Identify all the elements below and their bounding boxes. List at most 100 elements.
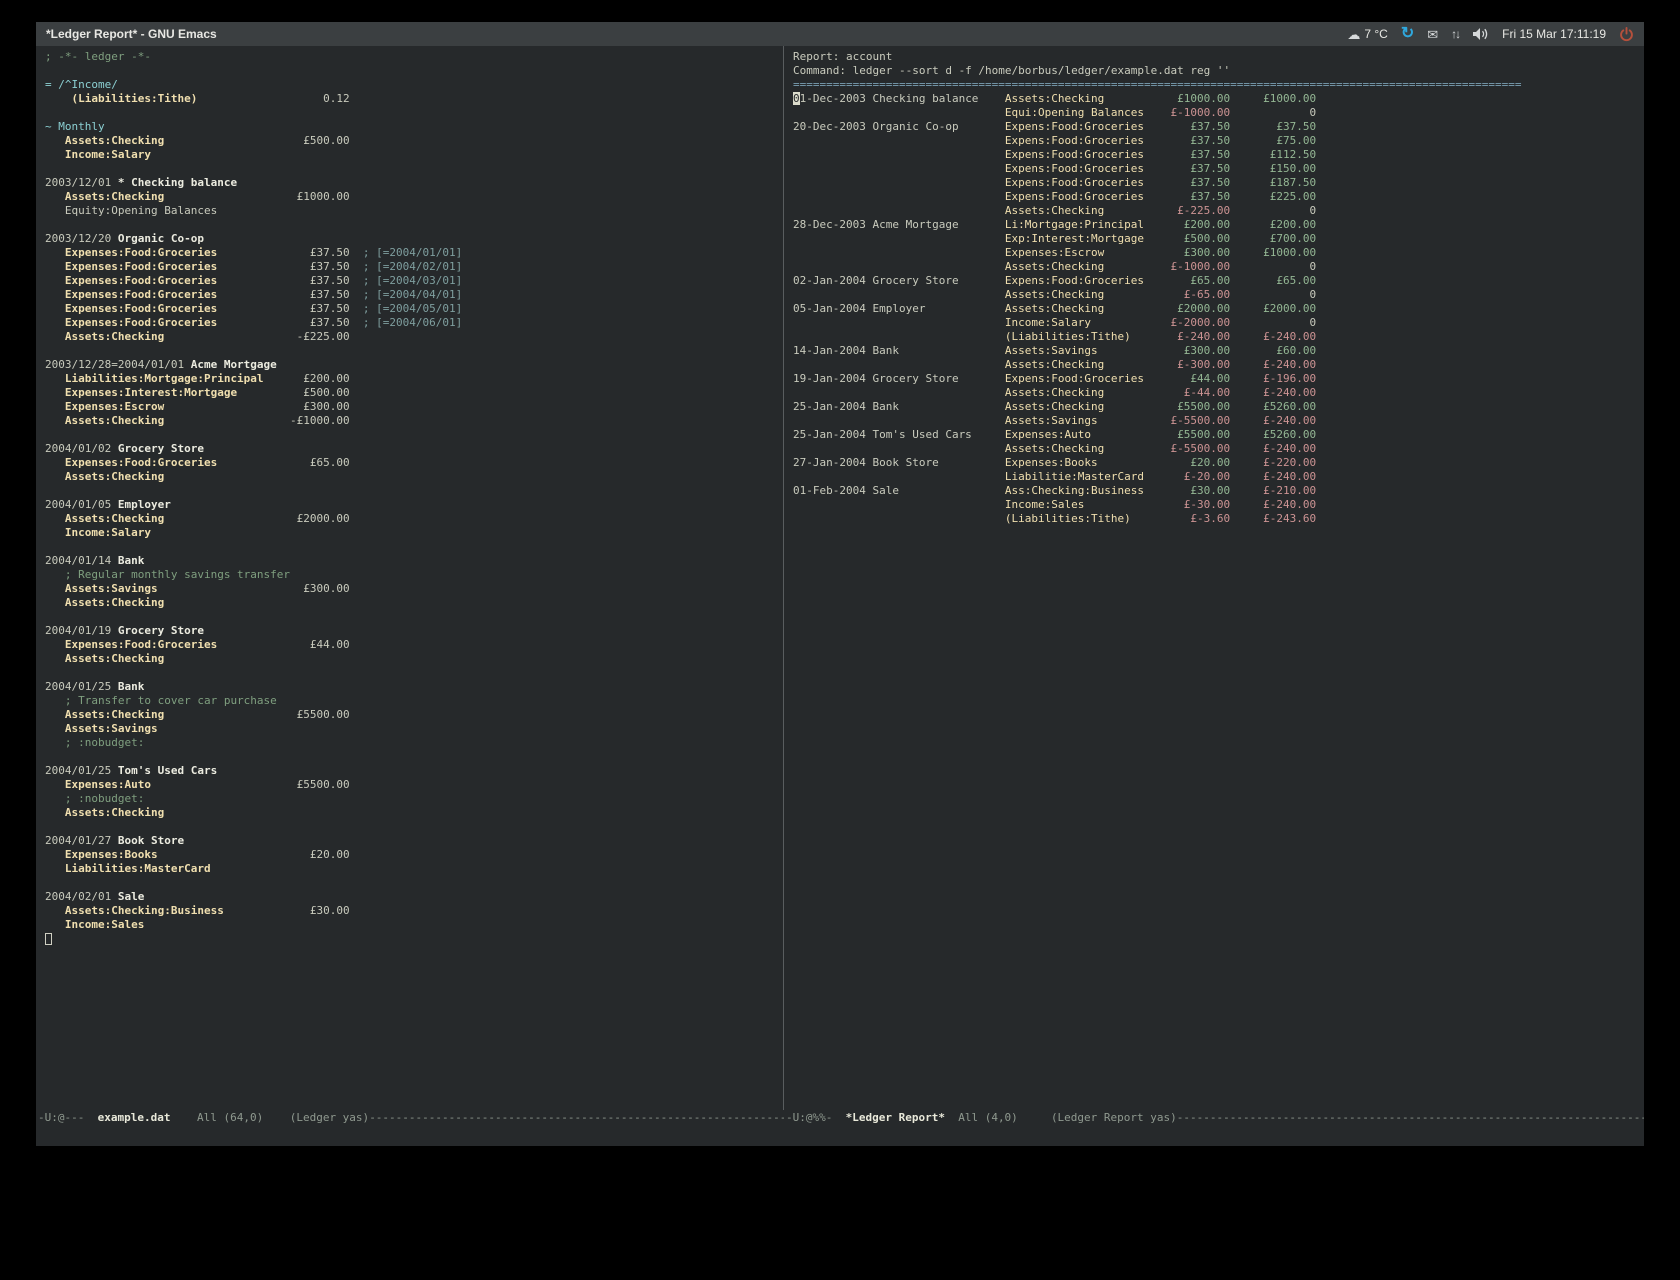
report-running-total: £-240.00 <box>1230 442 1316 456</box>
report-running-total: 0 <box>1230 260 1316 274</box>
buffer-line: 2004/01/25 Tom's Used Cars <box>45 764 783 778</box>
buffer-line: Expenses:Food:Groceries £37.50 ; [=2004/… <box>45 274 783 288</box>
text-segment <box>45 92 72 105</box>
text-segment: Command: ledger --sort d -f /home/borbus… <box>793 64 1230 77</box>
buffer-line: 2003/12/20 Organic Co-op <box>45 232 783 246</box>
report-running-total: £150.00 <box>1230 162 1316 176</box>
buffer-line: 2004/01/19 Grocery Store <box>45 624 783 638</box>
text-segment <box>45 372 65 385</box>
text-segment <box>45 792 65 805</box>
report-amount: £37.50 <box>1151 148 1230 162</box>
buffer-line: Expenses:Auto £5500.00 <box>45 778 783 792</box>
report-amount: £5500.00 <box>1151 428 1230 442</box>
text-segment: Equity:Opening Balances <box>65 204 217 217</box>
text-segment: = /^Income/ <box>45 78 118 91</box>
buffer-line: 2003/12/01 * Checking balance <box>45 176 783 190</box>
source-window[interactable]: ; -*- ledger -*- = /^Income/ (Liabilitie… <box>36 46 783 1110</box>
report-window[interactable]: Report: accountCommand: ledger --sort d … <box>784 46 1644 1110</box>
report-date-payee <box>793 470 1005 484</box>
text-segment: ; -*- ledger -*- <box>45 50 151 63</box>
text-segment: ; Regular monthly savings transfer <box>65 568 290 581</box>
buffer-line: Expenses:Food:Groceries £37.50 ; [=2004/… <box>45 302 783 316</box>
report-row: 27-Jan-2004 Book StoreExpenses:Books£20.… <box>793 456 1644 470</box>
text-segment <box>45 512 65 525</box>
refresh-icon[interactable]: ↻ <box>1401 26 1414 42</box>
report-running-total: £5260.00 <box>1230 428 1316 442</box>
text-segment: Bank <box>118 554 145 567</box>
network-traffic-icon[interactable]: ↑↓ <box>1451 27 1459 41</box>
text-segment: Book Store <box>118 834 184 847</box>
buffer-line: ; Regular monthly savings transfer <box>45 568 783 582</box>
report-rows: 01-Dec-2003 Checking balanceAssets:Check… <box>793 92 1644 526</box>
buffer-line <box>45 344 783 358</box>
text-segment: £500.00 <box>164 134 349 147</box>
report-row: 28-Dec-2003 Acme MortgageLi:Mortgage:Pri… <box>793 218 1644 232</box>
modelines: -U:@--- example.dat All (64,0) (Ledger y… <box>36 1110 1644 1126</box>
buffer-line: Expenses:Food:Groceries £37.50 ; [=2004/… <box>45 260 783 274</box>
text-segment <box>263 1111 290 1124</box>
report-amount: £300.00 <box>1151 246 1230 260</box>
report-account: Expenses:Books <box>1005 456 1151 470</box>
mail-icon[interactable]: ✉ <box>1427 28 1438 41</box>
text-segment <box>45 386 65 399</box>
report-account: Assets:Checking <box>1005 288 1151 302</box>
text-segment: ----------------------------------------… <box>369 1111 784 1124</box>
report-row: 14-Jan-2004 BankAssets:Savings£300.00£60… <box>793 344 1644 358</box>
power-icon[interactable] <box>1619 27 1634 42</box>
buffer-line <box>45 876 783 890</box>
echo-area[interactable] <box>36 1126 1644 1146</box>
buffer-line: Assets:Checking £500.00 <box>45 134 783 148</box>
report-running-total: £5260.00 <box>1230 400 1316 414</box>
report-running-total: £200.00 <box>1230 218 1316 232</box>
text-segment: ; [=2004/05/01] <box>350 302 463 315</box>
text-segment: Assets:Savings <box>65 582 158 595</box>
text-segment: Expenses:Food:Groceries <box>65 456 217 469</box>
report-date-payee: 01-Feb-2004 Sale <box>793 484 1005 498</box>
buffer-line: Assets:Checking £1000.00 <box>45 190 783 204</box>
report-row: Assets:Checking£-300.00£-240.00 <box>793 358 1644 372</box>
text-segment <box>45 862 65 875</box>
report-row: 01-Feb-2004 SaleAss:Checking:Business£30… <box>793 484 1644 498</box>
buffer-line: -U:@--- example.dat All (64,0) (Ledger y… <box>38 1110 784 1126</box>
report-account: Assets:Savings <box>1005 344 1151 358</box>
desktop: { "colors": { "frame_bg": "#26292b", "fg… <box>0 0 1680 1280</box>
text-segment: £300.00 <box>164 400 349 413</box>
text-segment: Expenses:Interest:Mortgage <box>65 386 237 399</box>
text-segment: Sale <box>118 890 145 903</box>
buffer-line: Expenses:Food:Groceries £44.00 <box>45 638 783 652</box>
buffer-line: Assets:Checking <box>45 652 783 666</box>
text-segment: Expenses:Food:Groceries <box>65 302 217 315</box>
report-date-payee <box>793 330 1005 344</box>
clock[interactable]: Fri 15 Mar 17:11:19 <box>1502 27 1606 41</box>
report-running-total: £75.00 <box>1230 134 1316 148</box>
report-amount: £-1000.00 <box>1151 260 1230 274</box>
report-amount: £-5500.00 <box>1151 414 1230 428</box>
report-date-payee <box>793 148 1005 162</box>
text-segment: ; [=2004/06/01] <box>350 316 463 329</box>
report-account: Assets:Checking <box>1005 400 1151 414</box>
report-amount: £37.50 <box>1151 120 1230 134</box>
buffer-line: Assets:Savings <box>45 722 783 736</box>
report-date-payee <box>793 162 1005 176</box>
report-row: Liabilitie:MasterCard£-20.00£-240.00 <box>793 470 1644 484</box>
volume-icon[interactable] <box>1472 27 1489 41</box>
report-amount: £37.50 <box>1151 176 1230 190</box>
emacs-frame: ; -*- ledger -*- = /^Income/ (Liabilitie… <box>36 46 1644 1146</box>
report-date-payee: 05-Jan-2004 Employer <box>793 302 1005 316</box>
text-segment <box>45 694 65 707</box>
weather-widget[interactable]: ☁ 7 °C <box>1347 27 1387 41</box>
buffer-line: ; Transfer to cover car purchase <box>45 694 783 708</box>
buffer-line <box>45 932 783 946</box>
report-row: (Liabilities:Tithe)£-240.00£-240.00 <box>793 330 1644 344</box>
report-account: Assets:Checking <box>1005 260 1151 274</box>
text-segment: ========================================… <box>793 78 1521 91</box>
buffer-line <box>45 162 783 176</box>
modeline-report[interactable]: -U:@%%- *Ledger Report* All (4,0) (Ledge… <box>784 1110 1644 1126</box>
titlebar: *Ledger Report* - GNU Emacs ☁ 7 °C ↻ ✉ ↑… <box>36 22 1644 46</box>
text-segment: -U:@--- <box>38 1111 98 1124</box>
modeline-source[interactable]: -U:@--- example.dat All (64,0) (Ledger y… <box>36 1110 784 1126</box>
text-segment: £37.50 <box>217 302 349 315</box>
report-amount: £500.00 <box>1151 232 1230 246</box>
report-amount: £5500.00 <box>1151 400 1230 414</box>
report-row: Expens:Food:Groceries£37.50£75.00 <box>793 134 1644 148</box>
